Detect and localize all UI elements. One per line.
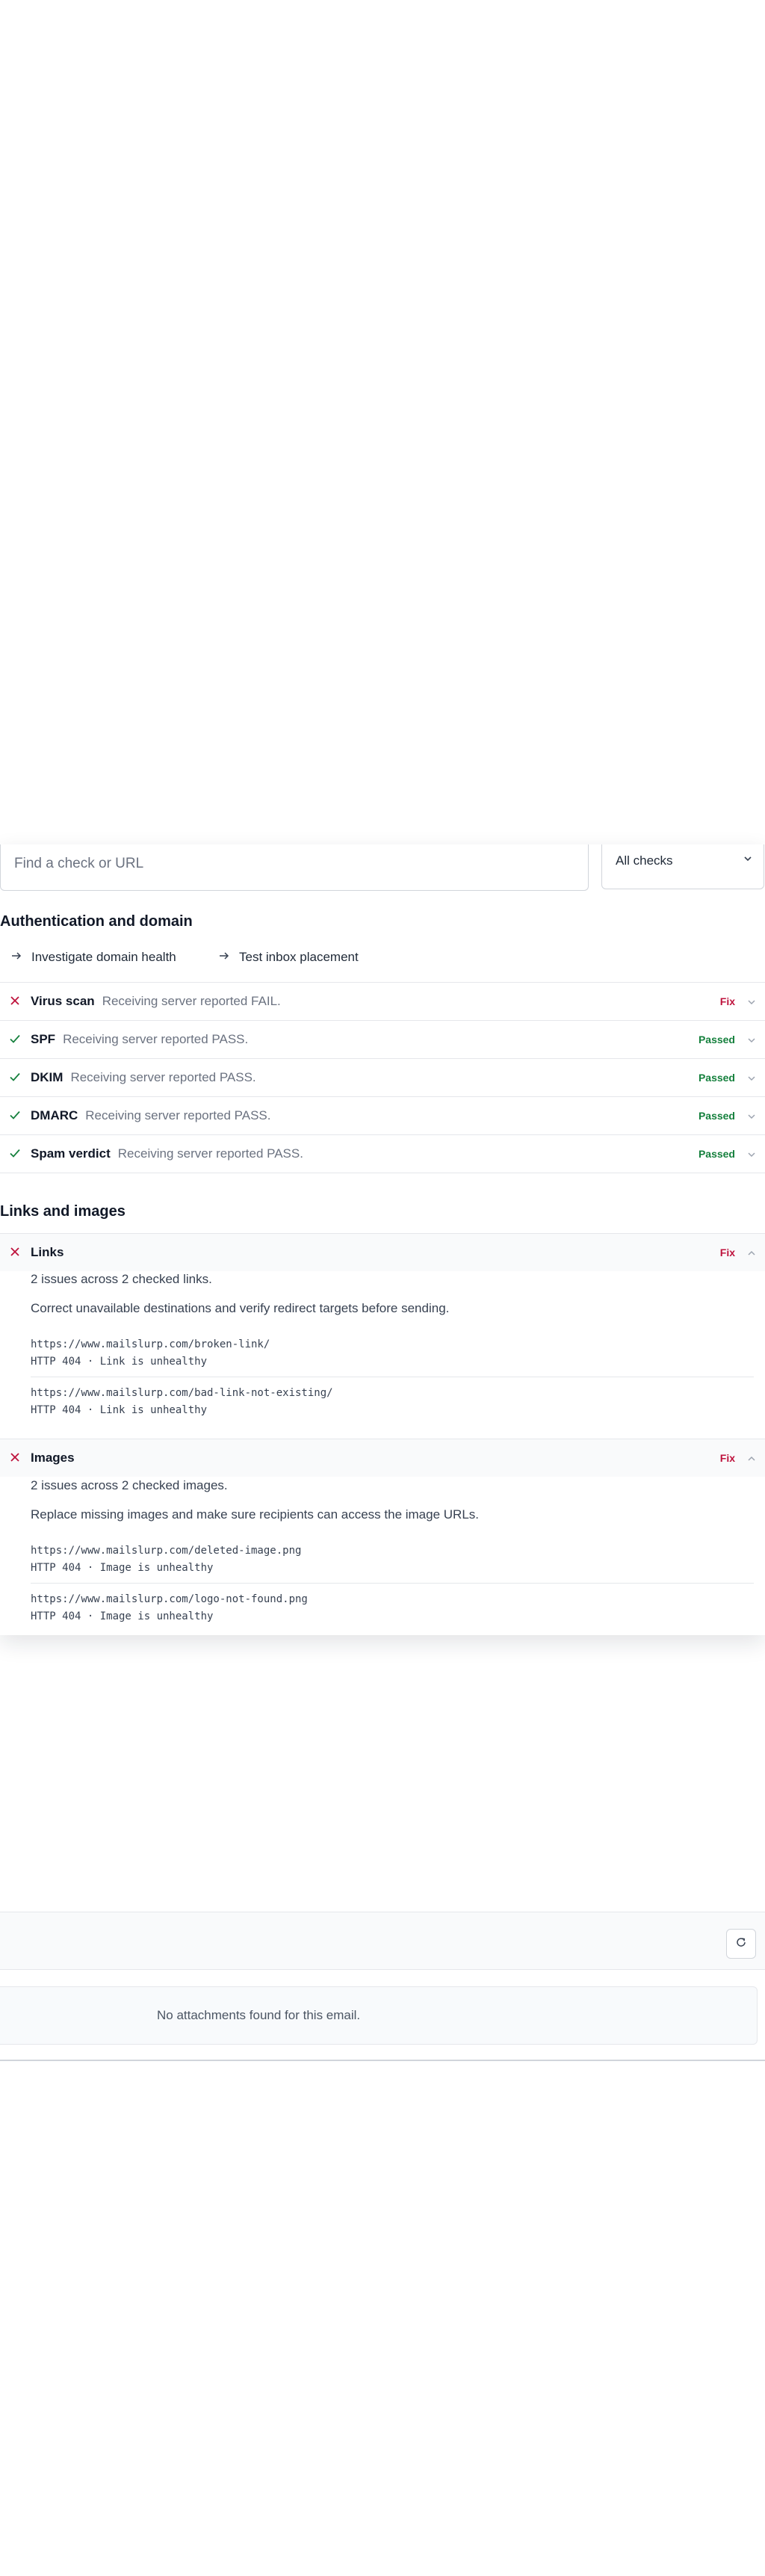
check-row-dmarc[interactable]: DMARC Receiving server reported PASS. Pa… <box>0 1097 765 1134</box>
check-name: Spam verdict <box>31 1146 111 1161</box>
arrow-right-icon <box>218 950 230 966</box>
image-result: HTTP 404 · Image is unhealthy <box>31 1562 214 1574</box>
search-box[interactable] <box>0 844 589 891</box>
check-detail: Receiving server reported FAIL. <box>102 994 281 1008</box>
refresh-button[interactable] <box>726 1929 756 1959</box>
fail-x-icon <box>9 1451 21 1463</box>
link-result: HTTP 404 · Link is unhealthy <box>31 1356 208 1368</box>
chevron-down-icon <box>747 1149 756 1163</box>
check-icon <box>9 1147 21 1159</box>
check-name: DKIM <box>31 1070 64 1084</box>
attachments-empty-card <box>0 1986 758 2045</box>
link-url[interactable]: https://www.mailslurp.com/bad-link-not-e… <box>31 1387 333 1399</box>
check-detail: Receiving server reported PASS. <box>85 1108 271 1122</box>
status-badge: Passed <box>698 1110 735 1122</box>
attachments-empty-message: No attachments found for this email. <box>157 2008 361 2022</box>
divider <box>31 1583 754 1584</box>
link-url[interactable]: https://www.mailslurp.com/broken-link/ <box>31 1338 270 1350</box>
status-badge: Fix <box>719 1452 735 1464</box>
test-inbox-placement-link[interactable]: Test inbox placement <box>218 948 359 967</box>
image-result: HTTP 404 · Image is unhealthy <box>31 1610 214 1622</box>
divider <box>0 2060 765 2061</box>
check-name: SPF <box>31 1032 56 1046</box>
auth-section-title: Authentication and domain <box>0 913 193 930</box>
chevron-up-icon <box>747 1454 756 1467</box>
check-filter-select[interactable]: All checks <box>601 844 764 889</box>
fail-x-icon <box>9 995 21 1007</box>
chevron-down-icon <box>747 1111 756 1125</box>
fail-x-icon <box>9 1246 21 1258</box>
check-row-virus-scan[interactable]: Virus scan Receiving server reported FAI… <box>0 983 765 1020</box>
check-row-dkim[interactable]: DKIM Receiving server reported PASS. Pas… <box>0 1059 765 1096</box>
check-detail: Receiving server reported PASS. <box>70 1070 256 1084</box>
status-badge: Passed <box>698 1148 735 1160</box>
check-row-links[interactable]: Links Fix <box>0 1234 765 1271</box>
check-icon <box>9 1071 21 1083</box>
status-badge: Fix <box>719 1247 735 1258</box>
chevron-down-icon <box>743 853 753 868</box>
links-advice: Correct unavailable destinations and ver… <box>31 1301 450 1315</box>
check-row-spam-verdict[interactable]: Spam verdict Receiving server reported P… <box>0 1135 765 1173</box>
attachments-toolbar <box>0 1912 765 1970</box>
arrow-right-icon <box>10 950 22 966</box>
refresh-icon <box>735 1936 747 1952</box>
images-summary: 2 issues across 2 checked images. <box>31 1478 228 1492</box>
status-badge: Passed <box>698 1034 735 1045</box>
links-summary: 2 issues across 2 checked links. <box>31 1272 212 1286</box>
link-result: HTTP 404 · Link is unhealthy <box>31 1404 208 1416</box>
chevron-down-icon <box>747 1073 756 1087</box>
check-icon <box>9 1109 21 1121</box>
chevron-up-icon <box>747 1248 756 1261</box>
action-label: Investigate domain health <box>31 950 176 964</box>
action-label: Test inbox placement <box>239 950 359 964</box>
check-name: Images <box>31 1451 75 1465</box>
check-row-images[interactable]: Images Fix <box>0 1439 765 1477</box>
check-name: DMARC <box>31 1108 78 1122</box>
check-detail: Receiving server reported PASS. <box>117 1146 303 1161</box>
chevron-down-icon <box>747 1035 756 1048</box>
check-row-spf[interactable]: SPF Receiving server reported PASS. Pass… <box>0 1021 765 1058</box>
investigate-domain-health-link[interactable]: Investigate domain health <box>10 948 176 967</box>
filter-selected-value: All checks <box>616 853 673 868</box>
check-detail: Receiving server reported PASS. <box>63 1032 249 1046</box>
images-advice: Replace missing images and make sure rec… <box>31 1507 479 1522</box>
status-badge: Passed <box>698 1072 735 1084</box>
image-url[interactable]: https://www.mailslurp.com/deleted-image.… <box>31 1545 301 1557</box>
chevron-down-icon <box>747 997 756 1010</box>
check-icon <box>9 1033 21 1045</box>
status-badge: Fix <box>719 995 735 1007</box>
check-name: Virus scan <box>31 994 95 1008</box>
search-input[interactable] <box>14 850 582 877</box>
image-url[interactable]: https://www.mailslurp.com/logo-not-found… <box>31 1593 308 1605</box>
links-section-title: Links and images <box>0 1203 126 1220</box>
check-name: Links <box>31 1245 64 1259</box>
